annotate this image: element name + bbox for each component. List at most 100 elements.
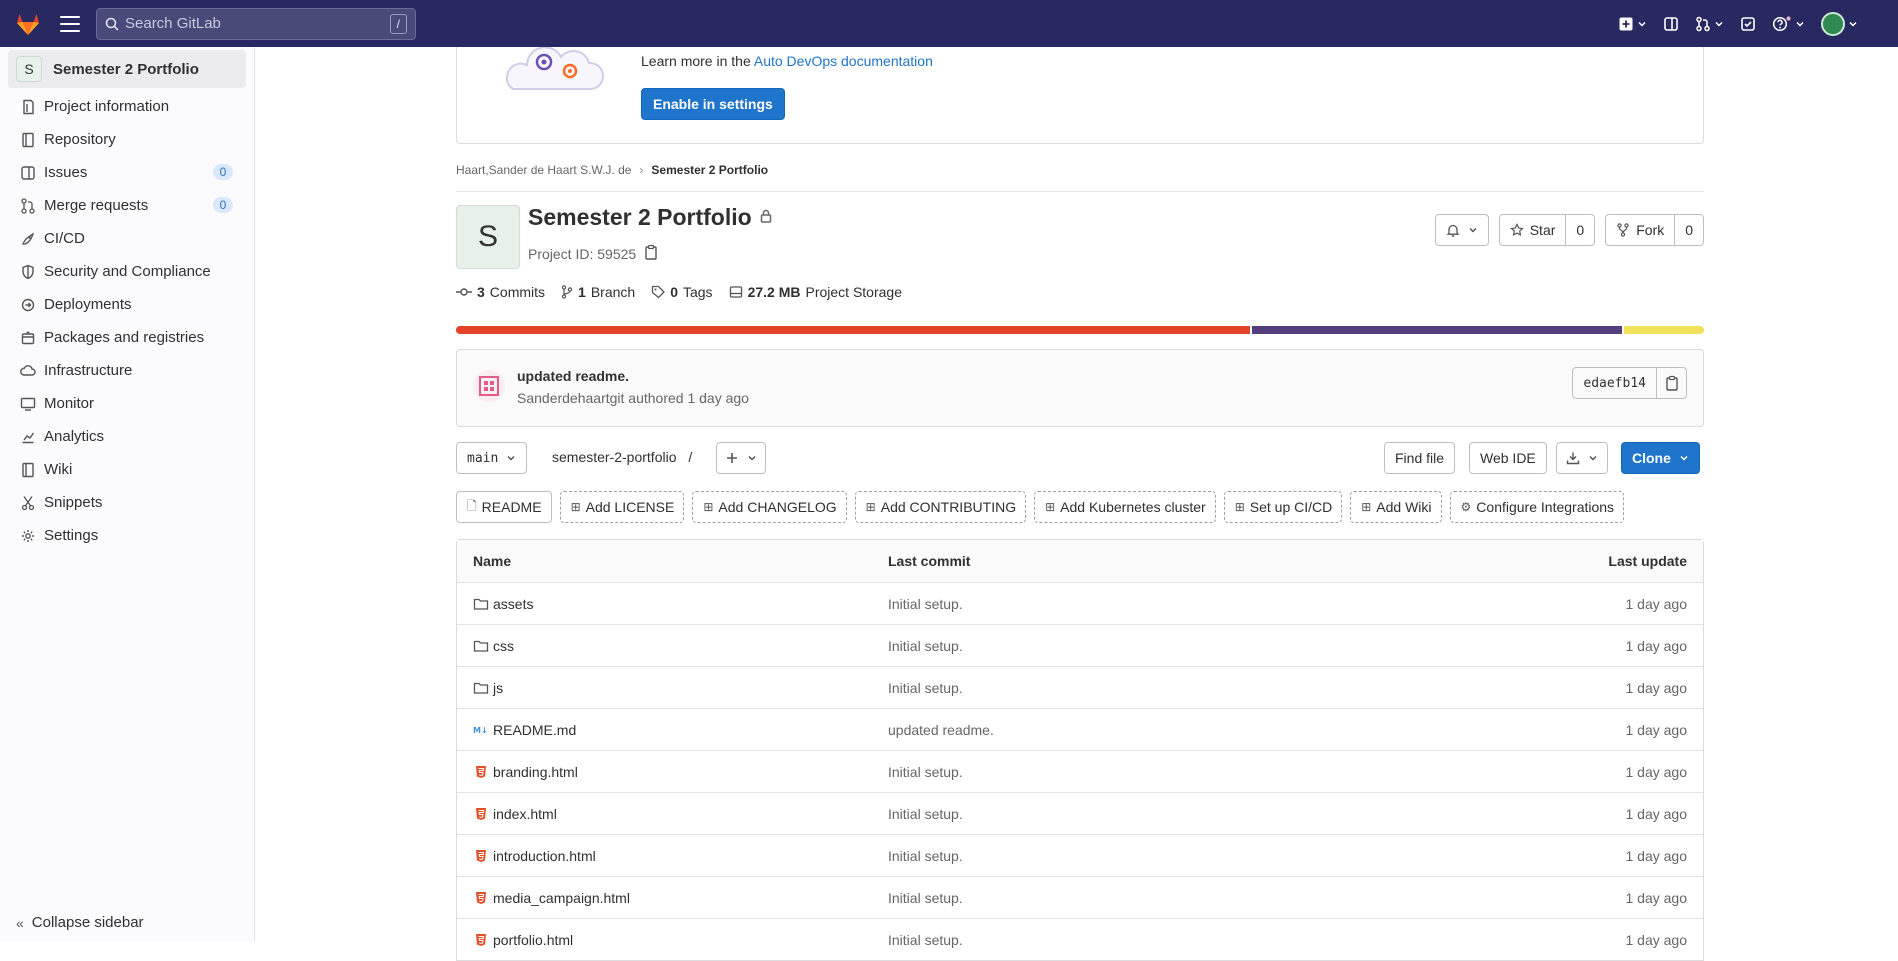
storage-stat-link[interactable]: 27.2 MB Project Storage <box>729 284 902 300</box>
table-row[interactable]: branding.html Initial setup. 1 day ago <box>457 750 1703 792</box>
chevron-down-icon <box>507 455 515 461</box>
readme-button[interactable]: 🗋 README <box>456 491 552 523</box>
add-wiki-button[interactable]: ⊞ Add Wiki <box>1350 491 1442 523</box>
copy-project-id-icon[interactable] <box>644 244 658 263</box>
language-segment[interactable] <box>1624 326 1704 334</box>
sidebar-item-wiki[interactable]: Wiki <box>0 453 254 486</box>
repository-languages-bar[interactable] <box>456 326 1704 334</box>
add-license-button[interactable]: ⊞ Add LICENSE <box>559 491 685 523</box>
gitlab-logo-icon[interactable] <box>14 10 42 38</box>
repository-path-root-link[interactable]: semester-2-portfolio <box>552 449 677 465</box>
project-header: S Semester 2 Portfolio Project ID: 59525… <box>456 204 1704 287</box>
fork-button[interactable]: Fork <box>1606 215 1674 245</box>
info-icon <box>20 99 36 115</box>
last-commit-link[interactable]: Initial setup. <box>888 764 963 780</box>
last-commit-link[interactable]: Initial setup. <box>888 932 963 948</box>
copy-sha-icon[interactable] <box>1656 368 1686 398</box>
sidebar-project-link[interactable]: S Semester 2 Portfolio <box>8 50 246 88</box>
star-button[interactable]: Star <box>1500 215 1566 245</box>
table-row[interactable]: js Initial setup. 1 day ago <box>457 666 1703 708</box>
last-commit-link[interactable]: updated readme. <box>888 722 994 738</box>
user-menu[interactable] <box>1821 11 1858 36</box>
sidebar-item-ci-cd[interactable]: CI/CD <box>0 222 254 255</box>
web-ide-button[interactable]: Web IDE <box>1469 442 1547 474</box>
table-row[interactable]: index.html Initial setup. 1 day ago <box>457 792 1703 834</box>
find-file-button[interactable]: Find file <box>1384 442 1456 474</box>
notification-dropdown[interactable] <box>1434 214 1489 246</box>
sidebar-item-monitor[interactable]: Monitor <box>0 387 254 420</box>
language-segment[interactable] <box>456 326 1250 334</box>
set-up-ci-cd-button[interactable]: ⊞ Set up CI/CD <box>1223 491 1343 523</box>
add-changelog-button[interactable]: ⊞ Add CHANGELOG <box>692 491 847 523</box>
clone-dropdown-button[interactable]: Clone <box>1621 442 1700 474</box>
issues-icon <box>1664 16 1678 31</box>
issues-shortcut[interactable] <box>1663 16 1679 32</box>
table-row[interactable]: media_campaign.html Initial setup. 1 day a… <box>457 876 1703 918</box>
branches-stat-link[interactable]: 1 Branch <box>561 284 635 300</box>
search-input[interactable] <box>125 15 390 32</box>
last-commit-link[interactable]: Initial setup. <box>888 848 963 864</box>
commit-author-avatar[interactable] <box>473 370 505 402</box>
file-name-link[interactable]: portfolio.html <box>493 932 573 948</box>
sidebar-item-repository[interactable]: Repository <box>0 123 254 156</box>
commit-sha-link[interactable]: edaefb14 <box>1573 368 1656 398</box>
svg-text:M↓: M↓ <box>473 726 488 735</box>
help-dropdown[interactable] <box>1772 16 1805 32</box>
add-contributing-button[interactable]: ⊞ Add CONTRIBUTING <box>854 491 1027 523</box>
configure-integrations-button[interactable]: ⚙ Configure Integrations <box>1449 491 1625 523</box>
tags-stat-link[interactable]: 0 Tags <box>651 284 713 300</box>
last-commit-link[interactable]: Initial setup. <box>888 890 963 906</box>
merge-requests-dropdown[interactable] <box>1695 16 1724 32</box>
file-name-link[interactable]: js <box>493 680 503 696</box>
breadcrumb-parent-link[interactable]: Haart,Sander de Haart S.W.J. de <box>456 163 631 177</box>
file-name-cell: media_campaign.html <box>473 890 630 906</box>
file-name-link[interactable]: media_campaign.html <box>493 890 630 906</box>
last-commit-link[interactable]: Initial setup. <box>888 806 963 822</box>
table-row[interactable]: css Initial setup. 1 day ago <box>457 624 1703 666</box>
sidebar-item-issues[interactable]: Issues 0 <box>0 156 254 189</box>
sidebar-item-settings[interactable]: Settings <box>0 519 254 552</box>
table-row[interactable]: introduction.html Initial setup. 1 day ago <box>457 834 1703 876</box>
notification-button[interactable] <box>1436 215 1488 245</box>
sidebar-item-analytics[interactable]: Analytics <box>0 420 254 453</box>
commit-message-link[interactable]: updated readme. <box>517 368 629 384</box>
fork-count[interactable]: 0 <box>1674 215 1703 245</box>
sidebar-item-snippets[interactable]: Snippets <box>0 486 254 519</box>
table-row[interactable]: M↓ README.md updated readme. 1 day ago <box>457 708 1703 750</box>
branch-selector[interactable]: main <box>456 442 528 474</box>
last-update-time: 1 day ago <box>1625 847 1688 864</box>
search-bar[interactable]: / <box>96 7 416 40</box>
sidebar-item-security-and-compliance[interactable]: Security and Compliance <box>0 255 254 288</box>
add-kubernetes-cluster-button[interactable]: ⊞ Add Kubernetes cluster <box>1034 491 1216 523</box>
file-name-link[interactable]: README.md <box>493 722 576 738</box>
table-row[interactable]: assets Initial setup. 1 day ago <box>457 582 1703 624</box>
sidebar-item-project-information[interactable]: Project information <box>0 90 254 123</box>
file-name-link[interactable]: index.html <box>493 806 557 822</box>
file-name-link[interactable]: assets <box>493 596 533 612</box>
file-name-link[interactable]: introduction.html <box>493 848 596 864</box>
plus-square-icon: ⊞ <box>1361 500 1372 514</box>
last-commit-link[interactable]: Initial setup. <box>888 596 963 612</box>
collapse-sidebar-button[interactable]: « Collapse sidebar <box>16 914 144 931</box>
commit-icon <box>456 288 472 296</box>
sidebar-item-infrastructure[interactable]: Infrastructure <box>0 354 254 387</box>
main-menu-icon[interactable] <box>60 15 80 32</box>
commits-stat-link[interactable]: 3 Commits <box>456 284 545 300</box>
sidebar-item-merge-requests[interactable]: Merge requests 0 <box>0 189 254 222</box>
todos-shortcut[interactable] <box>1740 16 1756 32</box>
sidebar-item-packages-and-registries[interactable]: Packages and registries <box>0 321 254 354</box>
star-count[interactable]: 0 <box>1565 215 1594 245</box>
file-name-link[interactable]: css <box>493 638 514 654</box>
file-name-link[interactable]: branding.html <box>493 764 578 780</box>
table-row[interactable]: portfolio.html Initial setup. 1 day ago <box>457 918 1703 960</box>
last-commit-link[interactable]: Initial setup. <box>888 680 963 696</box>
breadcrumb-current[interactable]: Semester 2 Portfolio <box>651 163 768 177</box>
enable-in-settings-button[interactable]: Enable in settings <box>641 88 785 120</box>
download-dropdown[interactable] <box>1556 442 1608 474</box>
language-segment[interactable] <box>1251 326 1623 334</box>
auto-devops-documentation-link[interactable]: Auto DevOps documentation <box>754 53 933 69</box>
last-commit-link[interactable]: Initial setup. <box>888 638 963 654</box>
add-to-tree-dropdown[interactable] <box>716 442 766 474</box>
new-dropdown[interactable] <box>1618 16 1647 32</box>
sidebar-item-deployments[interactable]: Deployments <box>0 288 254 321</box>
